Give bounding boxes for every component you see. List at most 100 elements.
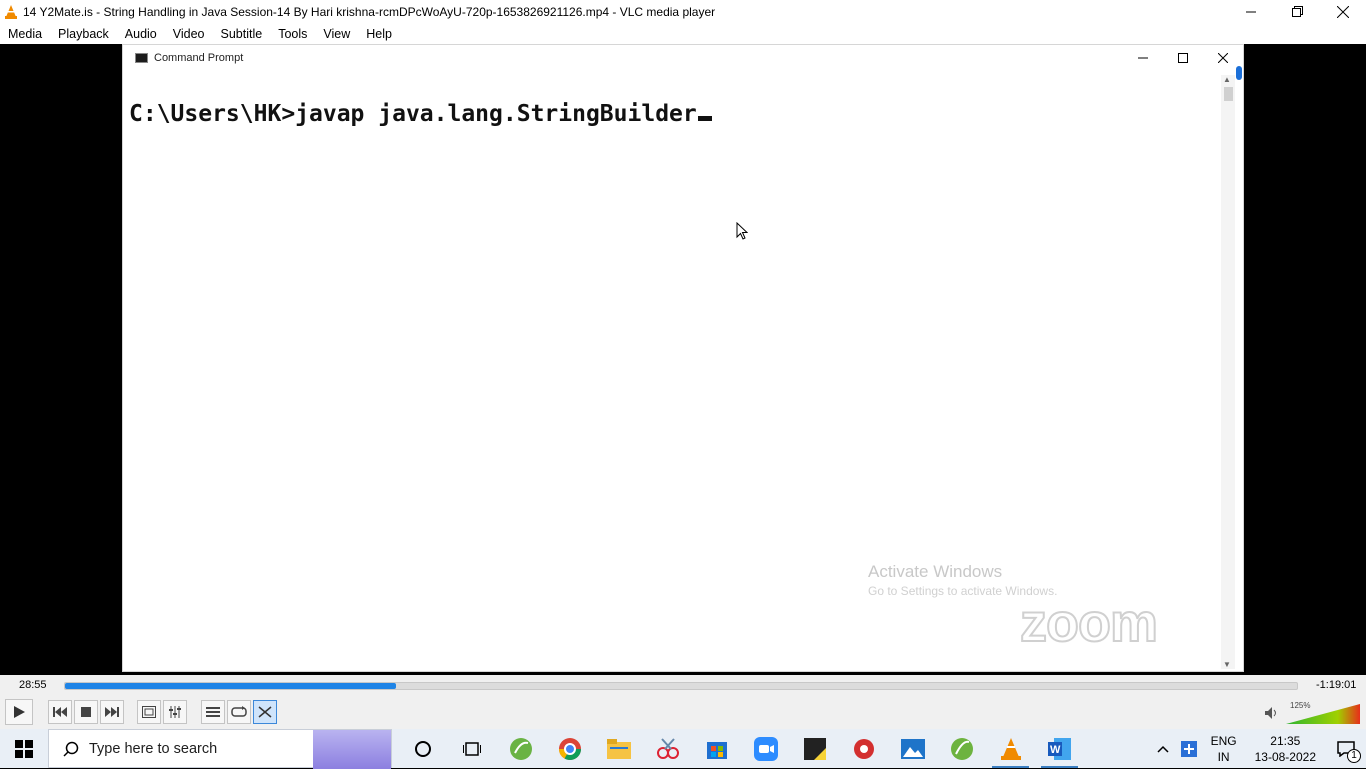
taskbar-clock[interactable]: 21:35 13-08-2022 [1255, 733, 1316, 765]
menu-video[interactable]: Video [173, 27, 205, 41]
plus-app-icon[interactable] [1180, 740, 1197, 757]
search-highlight-art [313, 730, 391, 769]
mouse-pointer-icon [736, 222, 748, 240]
restore-icon [1291, 6, 1303, 17]
lang-region: IN [1217, 749, 1230, 764]
next-button[interactable] [100, 700, 124, 724]
task-view-button[interactable] [447, 729, 496, 768]
close-button[interactable] [1320, 0, 1366, 23]
clock-time: 21:35 [1270, 733, 1301, 748]
remaining-time[interactable]: -1:19:01 [1316, 679, 1356, 691]
taskbar-app-spring-2[interactable] [937, 729, 986, 768]
taskbar-app-photos[interactable] [888, 729, 937, 768]
notification-count: 1 [1347, 749, 1361, 763]
seek-slider[interactable] [64, 682, 1298, 690]
close-icon [1218, 53, 1228, 63]
start-button[interactable] [0, 729, 48, 768]
play-icon [14, 706, 25, 718]
lang-code: ENG [1210, 733, 1237, 748]
search-icon [63, 741, 79, 757]
next-icon [105, 707, 119, 717]
record-icon [853, 738, 874, 759]
clock-date: 13-08-2022 [1254, 749, 1316, 764]
taskbar-app-word[interactable]: W [1035, 729, 1084, 768]
svg-text:W: W [1050, 744, 1061, 756]
spring-icon [950, 737, 973, 760]
taskbar-app-file-explorer[interactable] [594, 729, 643, 768]
menu-media[interactable]: Media [8, 27, 42, 41]
volume-slider[interactable] [1286, 704, 1360, 724]
taskbar-app-spring[interactable] [496, 729, 545, 768]
store-icon [706, 741, 727, 759]
action-center-button[interactable]: 1 [1326, 729, 1366, 768]
spring-tool-icon [509, 737, 532, 760]
vlc-icon [1000, 737, 1021, 760]
stop-icon [81, 707, 91, 717]
shuffle-icon [258, 706, 272, 718]
cmd-scrollbar: ▲ ▼ [1221, 75, 1235, 669]
maximize-icon [1178, 53, 1188, 63]
stop-button[interactable] [74, 700, 98, 724]
zoom-icon [753, 736, 778, 761]
equalizer-icon [169, 706, 181, 718]
menu-help[interactable]: Help [366, 27, 392, 41]
taskbar-search-box[interactable]: Type here to search [48, 729, 392, 769]
minimize-icon [1138, 57, 1148, 59]
taskbar-app-snipping[interactable] [643, 729, 692, 768]
menu-tools[interactable]: Tools [278, 27, 307, 41]
zoom-logo: zoom [1019, 592, 1159, 654]
windows-logo-icon [15, 739, 33, 758]
cmd-output: C:\Users\HK>javap java.lang.StringBuilde… [129, 101, 712, 127]
menu-audio[interactable]: Audio [125, 27, 157, 41]
previous-button[interactable] [48, 700, 72, 724]
vlc-seek-bar: 28:55 -1:19:01 [0, 675, 1366, 697]
minimize-button[interactable] [1228, 0, 1274, 23]
vlc-title-bar: 14 Y2Mate.is - String Handling in Java S… [0, 0, 1366, 23]
taskbar-app-zoom[interactable] [741, 729, 790, 768]
cmd-title: Command Prompt [154, 52, 244, 64]
loop-button[interactable] [227, 700, 251, 724]
vlc-cone-icon [5, 4, 17, 19]
task-view-icon [462, 741, 481, 756]
extended-settings-button[interactable] [163, 700, 187, 724]
cmd-maximize-button [1163, 45, 1203, 71]
cmd-line: C:\Users\HK>javap java.lang.StringBuilde… [129, 101, 697, 127]
window-title: 14 Y2Mate.is - String Handling in Java S… [23, 4, 716, 19]
playlist-button[interactable] [201, 700, 225, 724]
playlist-icon [206, 707, 220, 717]
taskbar-app-sticky-notes[interactable] [790, 729, 839, 768]
speaker-icon[interactable] [1264, 706, 1278, 720]
restore-button[interactable] [1274, 0, 1320, 23]
minimize-icon [1246, 11, 1256, 12]
text-cursor [697, 116, 712, 121]
cortana-button[interactable] [398, 729, 447, 768]
shuffle-button[interactable] [253, 700, 277, 724]
taskbar: Type here to search W ENG IN 21:35 13-08… [0, 729, 1366, 769]
play-button[interactable] [5, 699, 33, 725]
search-placeholder: Type here to search [89, 740, 218, 757]
menu-playback[interactable]: Playback [58, 27, 109, 41]
scroll-thumb [1224, 87, 1233, 101]
elapsed-time[interactable]: 28:55 [19, 679, 47, 691]
word-icon: W [1047, 737, 1071, 760]
window-edge-highlight [1236, 66, 1242, 80]
cmd-title-bar: Command Prompt [123, 45, 1243, 71]
seek-progress [65, 683, 397, 689]
taskbar-app-store[interactable] [692, 729, 741, 768]
language-indicator[interactable]: ENG IN [1211, 733, 1237, 765]
taskbar-app-chrome[interactable] [545, 729, 594, 768]
sticky-notes-icon [803, 737, 826, 760]
fullscreen-button[interactable] [137, 700, 161, 724]
fullscreen-icon [142, 706, 156, 718]
close-icon [1337, 5, 1349, 18]
menu-view[interactable]: View [323, 27, 350, 41]
scroll-up-icon: ▲ [1223, 75, 1231, 84]
chevron-up-icon[interactable] [1157, 745, 1169, 753]
cmd-icon [135, 53, 148, 63]
watermark-line1: Activate Windows [868, 562, 1003, 581]
snipping-tool-icon [656, 737, 679, 759]
menu-subtitle[interactable]: Subtitle [221, 27, 263, 41]
vlc-controls: 125% [0, 697, 1366, 729]
taskbar-app-recorder[interactable] [839, 729, 888, 768]
taskbar-app-vlc[interactable] [986, 729, 1035, 768]
